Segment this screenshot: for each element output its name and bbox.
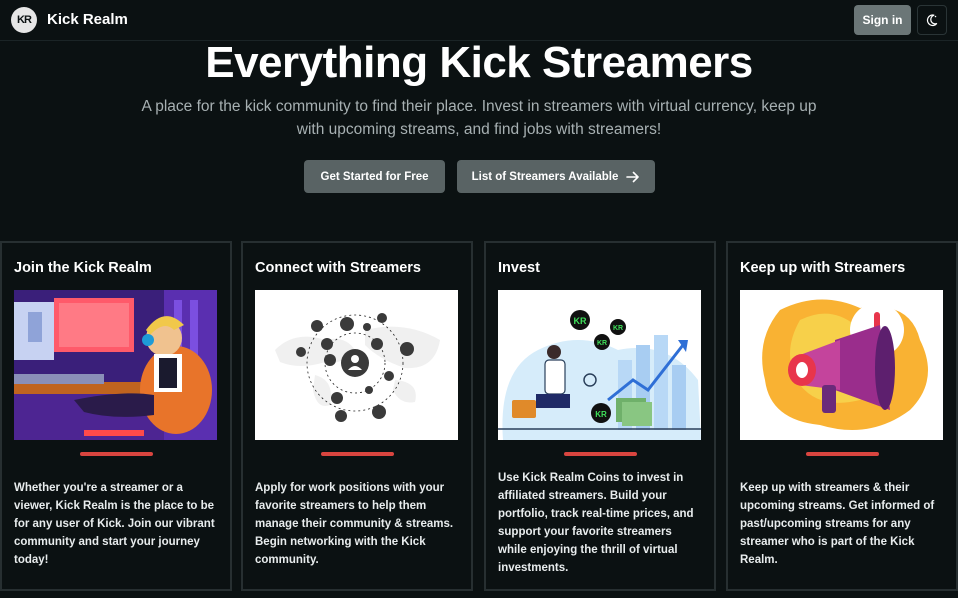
accent-divider [80,452,153,456]
card-title: Keep up with Streamers [740,260,906,276]
card-title: Join the Kick Realm [14,260,152,276]
investing-illustration: KR KR KR KR [498,290,701,440]
card-description: Use Kick Realm Coins to invest in affili… [498,472,694,574]
streamers-list-button[interactable]: List of Streamers Available [457,160,655,193]
accent-divider [321,452,394,456]
card-description: Whether you're a streamer or a viewer, K… [14,482,215,566]
theme-toggle-button[interactable] [917,5,947,35]
svg-text:KR: KR [595,410,607,419]
kick-realm-logo[interactable]: KR [11,7,37,33]
get-started-label: Get Started for Free [320,170,429,183]
arrow-right-icon [626,171,640,182]
moon-icon [926,14,938,27]
feature-card-invest: Invest KR KR KR KR Use Kick Realm Coins … [484,241,716,591]
feature-card-join: Join the Kick Realm Whether you're a str… [0,241,232,591]
sign-in-button[interactable]: Sign in [854,5,911,35]
svg-text:KR: KR [574,316,587,326]
accent-divider [806,452,879,456]
brand-name[interactable]: Kick Realm [47,11,128,28]
accent-divider [564,452,637,456]
card-title: Connect with Streamers [255,260,421,276]
streamers-list-label: List of Streamers Available [471,170,619,183]
hero-title: Everything Kick Streamers [205,38,753,87]
card-description: Keep up with streamers & their upcoming … [740,482,935,566]
card-description: Apply for work positions with your favor… [255,482,454,566]
top-navbar: KR Kick Realm Sign in [0,0,958,41]
feature-card-keep-up: Keep up with Streamers Keep up with stre… [726,241,958,591]
gamer-illustration [14,290,217,440]
card-title: Invest [498,260,540,276]
svg-text:KR: KR [597,340,607,347]
hero-subtitle: A place for the kick community to find t… [141,98,817,138]
feature-card-connect: Connect with Streamers Apply for work po… [241,241,473,591]
svg-text:KR: KR [613,325,623,332]
megaphone-illustration [740,290,943,440]
get-started-button[interactable]: Get Started for Free [304,160,445,193]
network-map-illustration [255,290,458,440]
